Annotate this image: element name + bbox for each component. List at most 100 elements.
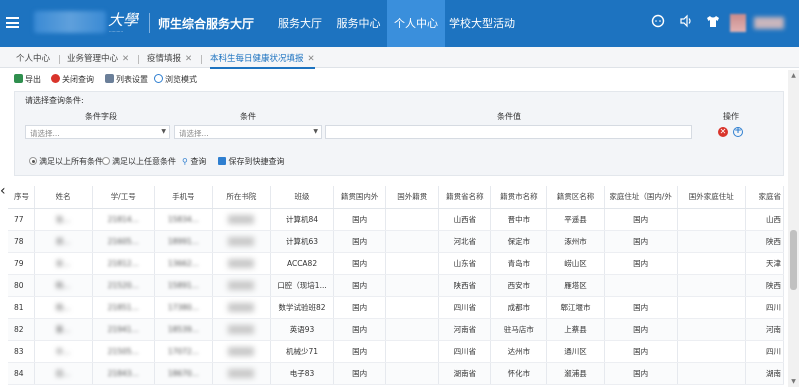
table-cell-foreign	[385, 274, 440, 297]
redacted-college	[228, 302, 255, 312]
table-cell-name[interactable]: 田...	[34, 362, 93, 385]
col-header[interactable]: 家庭省	[745, 186, 784, 209]
remove-condition-icon[interactable]: ✕	[718, 127, 728, 137]
table-row[interactable]: 83 许... 21505... 17072... 机械少71 国内 四川省 达州市 通川区 国内…	[8, 340, 784, 363]
condition-field-select[interactable]: 请选择... ▼	[25, 125, 170, 139]
cell-text: 杨...	[55, 302, 71, 312]
table-cell-name[interactable]: 许...	[34, 340, 93, 363]
menu-icon[interactable]	[6, 17, 19, 28]
col-header[interactable]: 姓名	[34, 186, 93, 209]
cell-text: 国内	[352, 236, 368, 246]
table-cell-name[interactable]: 杨...	[34, 296, 93, 319]
top-header: 大學 ··········· 师生综合服务大厅 服务大厅 服务中心 个人中心 学…	[0, 0, 799, 47]
col-header[interactable]: 学/工号	[92, 186, 155, 209]
logo-subtext: ···········	[109, 29, 123, 34]
match-all-radio[interactable]: 满足以上所有条件	[29, 156, 103, 167]
table-row[interactable]: 81 杨... 21851... 17380... 数学试验班82 国内 四川省 成都市 郫江堰…	[8, 296, 784, 319]
table-cell-no: 78	[8, 230, 35, 253]
table-row[interactable]: 78 郑... 21605... 18991... 计算机63 国内 河北省 保定市 涿州市 国内…	[8, 230, 784, 253]
search-button[interactable]: ⚲ 查询	[182, 156, 206, 167]
table-cell-foreign	[385, 208, 440, 231]
col-header[interactable]: 籍贯国内外	[333, 186, 387, 209]
table-cell-addr	[604, 274, 678, 297]
table-row[interactable]: 82 董... 21941... 18539... 英语93 国内 河南省 驻马店市 上蔡县 国内…	[8, 318, 784, 341]
tab-business-center[interactable]: 业务管理中心 ✕	[67, 51, 129, 67]
tab-personal-center[interactable]: 个人中心	[16, 51, 50, 67]
tab-epidemic-report[interactable]: 疫情填报 ✕	[147, 51, 192, 67]
save-shortcut-button[interactable]: 保存到快捷查询	[218, 156, 285, 167]
table-cell-class: 计算机84	[270, 208, 335, 231]
col-header[interactable]: 所在书院	[212, 186, 271, 209]
tab-label: 个人中心	[16, 54, 51, 64]
table-cell-district: 平遥县	[546, 208, 605, 231]
username-blurred[interactable]	[754, 17, 784, 29]
cell-text: 77	[14, 214, 24, 224]
table-row[interactable]: 80 韩... 21520... 15891... 口腔（现培1... 国内 陕西省 西安市 雁…	[8, 274, 784, 297]
table-cell-name[interactable]: 韩...	[34, 274, 93, 297]
table-row[interactable]: 77 张... 21814... 15834... 计算机84 国内 山西省 晋中市 平遥县 国内…	[8, 208, 784, 231]
browse-mode-button[interactable]: 浏览模式	[154, 74, 197, 85]
table-cell-id: 21843...	[92, 362, 155, 385]
close-icon[interactable]: ✕	[185, 54, 192, 64]
table-cell-no: 83	[8, 340, 35, 363]
export-button[interactable]: 导出	[14, 74, 41, 85]
condition-select[interactable]: 请选择... ▼	[174, 125, 322, 139]
col-header[interactable]: 家庭住址（国内/外	[604, 186, 678, 209]
cell-text: 18539...	[167, 324, 199, 334]
chevron-left-icon[interactable]: ‹	[0, 183, 7, 199]
table-cell-class: 计算机63	[270, 230, 335, 253]
nav-campus-events[interactable]: 学校大型活动	[445, 0, 519, 47]
cell-text: 四川	[766, 346, 781, 356]
query-title: 请选择查询条件:	[25, 96, 84, 105]
export-label: 导出	[25, 75, 41, 84]
scrollbar-thumb[interactable]	[790, 230, 797, 290]
add-condition-icon[interactable]: +	[733, 127, 743, 137]
cell-text: 国内	[352, 258, 368, 268]
col-header[interactable]: 手机号	[154, 186, 213, 209]
column-settings-button[interactable]: 列表设置	[105, 74, 148, 85]
cell-text: 天津	[766, 258, 781, 268]
nav-personal-center[interactable]: 个人中心	[387, 0, 445, 47]
close-icon[interactable]: ✕	[308, 54, 315, 64]
col-header[interactable]: 籍贯省名称	[438, 186, 492, 209]
cell-text: 17072...	[167, 346, 199, 356]
close-query-button[interactable]: 关闭查询	[51, 74, 94, 85]
vertical-scrollbar[interactable]: ▲ ▼	[788, 70, 799, 387]
avatar[interactable]	[730, 14, 746, 32]
table-cell-no: 79	[8, 252, 35, 275]
scroll-down-icon[interactable]: ▼	[790, 378, 797, 385]
col-header[interactable]: 国外籍贯	[385, 186, 440, 209]
table-cell-name[interactable]: 张...	[34, 208, 93, 231]
col-header[interactable]: 国外家庭住址	[677, 186, 746, 209]
table-row[interactable]: 79 宋... 21812... 13662... ACCA82 国内 山东省 青岛市 崂山区 国…	[8, 252, 784, 275]
table-cell-college	[212, 208, 271, 231]
chat-icon[interactable]	[650, 14, 666, 30]
col-header[interactable]: 籍贯市名称	[490, 186, 548, 209]
table-cell-name[interactable]: 郑...	[34, 230, 93, 253]
volume-icon[interactable]	[678, 14, 694, 30]
match-any-radio[interactable]: 满足以上任意条件	[102, 156, 176, 167]
cell-text: 达州市	[507, 346, 531, 356]
cell-text: 82	[14, 324, 24, 334]
table-cell-dom: 国内	[333, 208, 387, 231]
shirt-icon[interactable]	[705, 14, 721, 30]
cell-text: 保定市	[507, 236, 531, 246]
cell-text: 驻马店市	[503, 324, 534, 334]
col-header[interactable]: 班级	[270, 186, 335, 209]
cell-text: 21520...	[107, 280, 139, 290]
table-cell-no: 81	[8, 296, 35, 319]
col-header[interactable]: 序号	[8, 186, 35, 209]
table-cell-name[interactable]: 宋...	[34, 252, 93, 275]
close-icon[interactable]: ✕	[122, 54, 129, 64]
nav-service-center[interactable]: 服务中心	[330, 0, 387, 47]
scroll-up-icon[interactable]: ▲	[790, 72, 797, 79]
col-header[interactable]: 籍贯区名称	[546, 186, 605, 209]
condition-value-input[interactable]	[325, 125, 692, 139]
redacted-college	[228, 258, 255, 268]
table-cell-name[interactable]: 董...	[34, 318, 93, 341]
table-row[interactable]: 84 田... 21843... 18670... 电子83 国内 湖南省 怀化市 溆浦县 国内 湖…	[8, 362, 784, 385]
tab-daily-health-report[interactable]: 本科生每日健康状况填报 ✕	[210, 51, 315, 69]
cell-text: ACCA82	[286, 258, 318, 268]
tab-separator	[138, 55, 139, 64]
nav-service-hall[interactable]: 服务大厅	[270, 0, 330, 47]
